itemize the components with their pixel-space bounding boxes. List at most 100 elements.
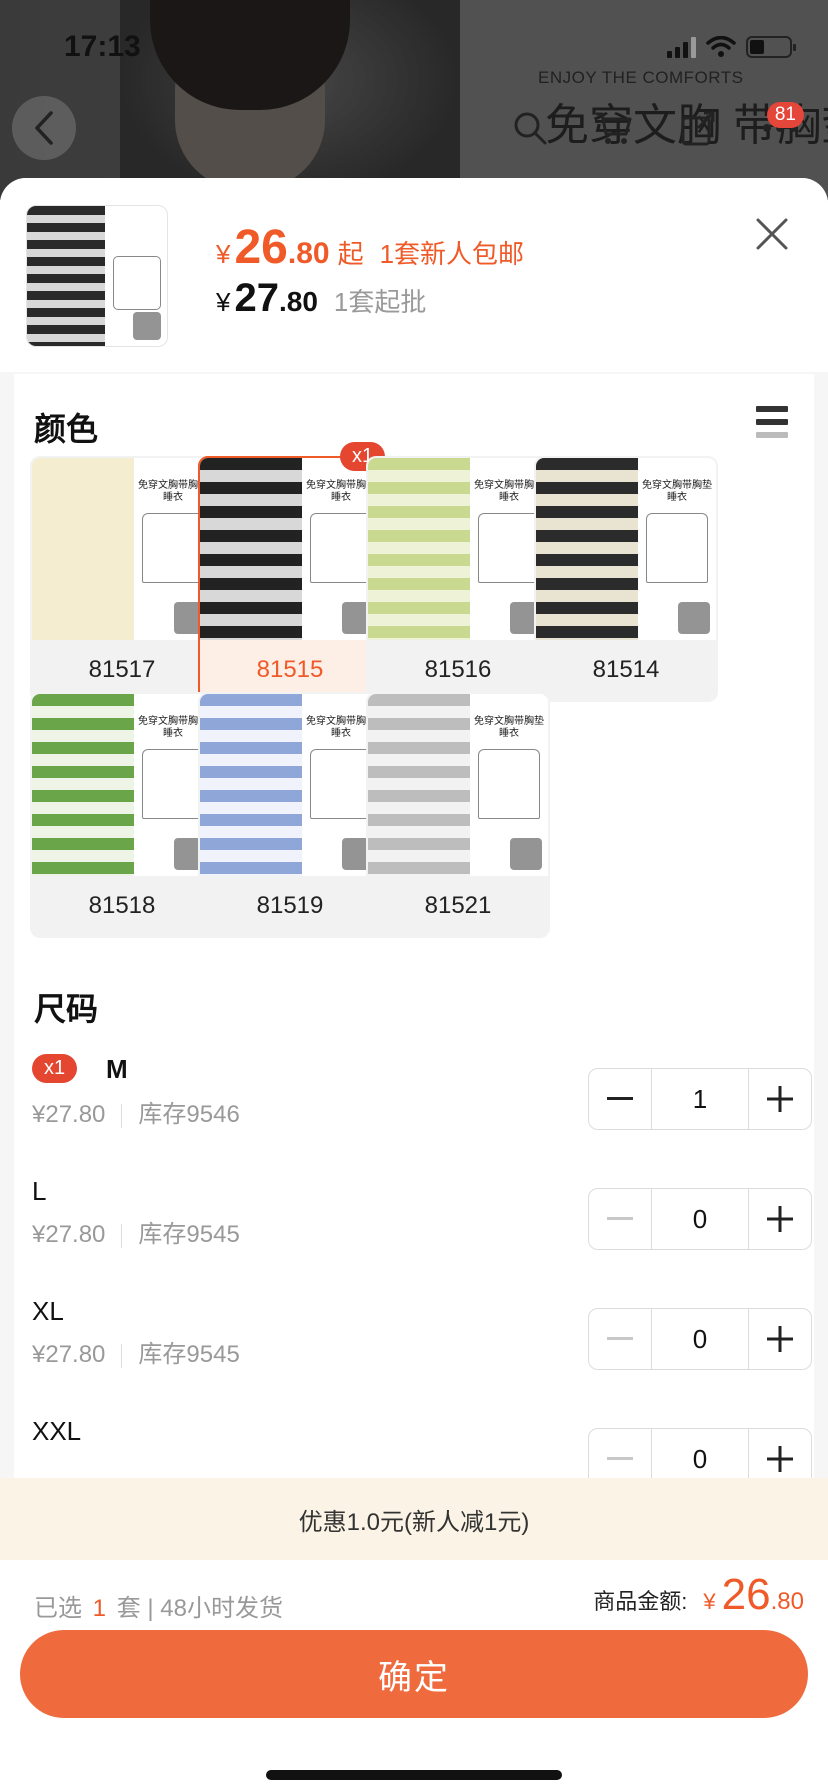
close-icon[interactable] (752, 214, 792, 254)
color-option-label: 81517 (88, 656, 156, 683)
color-option-81519[interactable]: 免穿文胸带胸垫睡衣 81519 (198, 692, 382, 938)
amount-label: 商品金额: (593, 1589, 688, 1614)
color-option-81518[interactable]: 免穿文胸带胸垫睡衣 81518 (30, 692, 214, 938)
size-row-l: L ¥27.80 库存9545 0 (32, 1158, 812, 1268)
model-photo (32, 458, 134, 640)
color-option-81516[interactable]: 免穿文胸带胸垫睡衣 81516 (366, 456, 550, 702)
model-photo (368, 694, 470, 876)
price-integer: 27 (234, 276, 279, 320)
color-option-image: 免穿文胸带胸垫睡衣 (368, 694, 548, 876)
decrement-button[interactable] (589, 1309, 651, 1369)
model-photo (536, 458, 638, 640)
plus-icon (767, 1446, 793, 1472)
plus-icon (767, 1086, 793, 1112)
selected-prefix: 已选 (34, 1595, 82, 1622)
expand-icon[interactable] (510, 838, 542, 870)
model-photo (200, 458, 302, 640)
size-row-m: x1 M ¥27.80 库存9546 1 (32, 1038, 812, 1148)
quantity-badge: x1 (32, 1054, 78, 1083)
currency-symbol: ¥ (216, 239, 231, 269)
selected-suffix: 套 | 48小时发货 (116, 1595, 283, 1622)
color-section-title: 颜色 (34, 411, 99, 447)
signal-icon (667, 36, 696, 58)
quantity-value[interactable]: 0 (651, 1189, 749, 1249)
top-nav-icons (512, 110, 798, 146)
increment-button[interactable] (749, 1069, 811, 1129)
price-integer: 26 (234, 221, 288, 274)
size-stock: 库存9546 (138, 1101, 240, 1128)
size-name: M (106, 1054, 128, 1084)
size-section-title: 尺码 (34, 991, 99, 1027)
quantity-value[interactable]: 0 (651, 1429, 749, 1478)
selected-summary: 已选 1 套 | 48小时发货 (34, 1588, 283, 1623)
size-name: XXL (32, 1416, 82, 1446)
quantity-stepper: 1 (588, 1068, 812, 1130)
tshirt-illustration (478, 749, 540, 819)
tshirt-illustration (646, 513, 708, 583)
minus-icon (607, 1217, 633, 1220)
color-option-label: 81515 (256, 656, 324, 683)
color-option-81521[interactable]: 免穿文胸带胸垫睡衣 81521 (366, 692, 550, 938)
color-option-81517[interactable]: 免穿文胸带胸垫睡衣 81517 (30, 456, 214, 702)
quantity-value[interactable]: 1 (651, 1069, 749, 1129)
color-option-81515[interactable]: 免穿文胸带胸垫睡衣 81515 (198, 456, 382, 702)
back-button[interactable] (12, 96, 76, 160)
expand-icon[interactable] (678, 602, 710, 634)
regular-price: ¥ 27 .80 1套起批 (216, 276, 426, 321)
currency-symbol: ¥ (216, 287, 231, 317)
share-icon[interactable] (680, 110, 716, 146)
color-option-81514[interactable]: 免穿文胸带胸垫睡衣 81514 (534, 456, 718, 702)
tshirt-illustration (142, 749, 204, 819)
size-name: XL (32, 1296, 64, 1326)
tshirt-illustration (310, 513, 372, 583)
home-indicator (266, 1770, 562, 1780)
quantity-value[interactable]: 0 (651, 1309, 749, 1369)
list-view-icon[interactable] (756, 406, 788, 438)
model-photo (32, 694, 134, 876)
minus-icon (607, 1457, 633, 1460)
size-price: ¥27.80 (32, 1101, 106, 1128)
amount-integer: 26 (721, 1570, 771, 1619)
color-option-label: 81516 (424, 656, 492, 683)
size-name: L (32, 1176, 47, 1206)
total-amount: 商品金额: ¥ 26 .80 (593, 1570, 804, 1620)
size-row-xl: XL ¥27.80 库存9545 0 (32, 1278, 812, 1388)
search-icon[interactable] (512, 110, 548, 146)
sku-content: 颜色 免穿文胸带胸垫睡衣 81517 免穿文胸带胸垫睡衣 81515 x1 免穿文胸带胸垫… (14, 374, 814, 1478)
free-shipping-promo: 1套新人包邮 (379, 239, 525, 269)
model-photo (368, 458, 470, 640)
decrement-button[interactable] (589, 1429, 651, 1478)
card-title: 免穿文胸带胸垫睡衣 (474, 716, 544, 739)
cart-icon[interactable] (594, 110, 634, 146)
color-option-image: 免穿文胸带胸垫睡衣 (200, 694, 380, 876)
color-option-label: 81521 (424, 892, 492, 919)
color-option-label: 81519 (256, 892, 324, 919)
size-price: ¥27.80 (32, 1221, 106, 1248)
confirm-button[interactable]: 确定 (20, 1630, 808, 1718)
quantity-stepper: 0 (588, 1428, 812, 1478)
color-option-image: 免穿文胸带胸垫睡衣 (200, 458, 380, 640)
sku-selector-sheet: ¥ 26 .80 起 1套新人包邮 ¥ 27 .80 1套起批 颜色 免穿文胸带… (0, 178, 828, 1792)
increment-button[interactable] (749, 1189, 811, 1249)
increment-button[interactable] (749, 1309, 811, 1369)
discount-banner: 优惠1.0元(新人减1元) (0, 1478, 828, 1560)
decrement-button[interactable] (589, 1069, 651, 1129)
status-time: 17:13 (64, 30, 141, 63)
minus-icon (607, 1337, 633, 1340)
wifi-icon (706, 36, 736, 57)
divider (121, 1223, 123, 1248)
increment-button[interactable] (749, 1429, 811, 1478)
tshirt-illustration (478, 513, 540, 583)
size-meta: ¥27.80 库存9545 (32, 1334, 240, 1369)
minimum-order: 1套起批 (333, 287, 427, 317)
color-option-label: 81518 (88, 892, 156, 919)
new-user-price: ¥ 26 .80 起 1套新人包邮 (216, 220, 524, 275)
color-option-image: 免穿文胸带胸垫睡衣 (536, 458, 716, 640)
color-option-image: 免穿文胸带胸垫睡衣 (32, 458, 212, 640)
tshirt-illustration (142, 513, 204, 583)
divider (121, 1343, 123, 1368)
minus-icon (607, 1097, 633, 1100)
decrement-button[interactable] (589, 1189, 651, 1249)
model-photo (200, 694, 302, 876)
product-thumbnail[interactable] (26, 205, 168, 347)
